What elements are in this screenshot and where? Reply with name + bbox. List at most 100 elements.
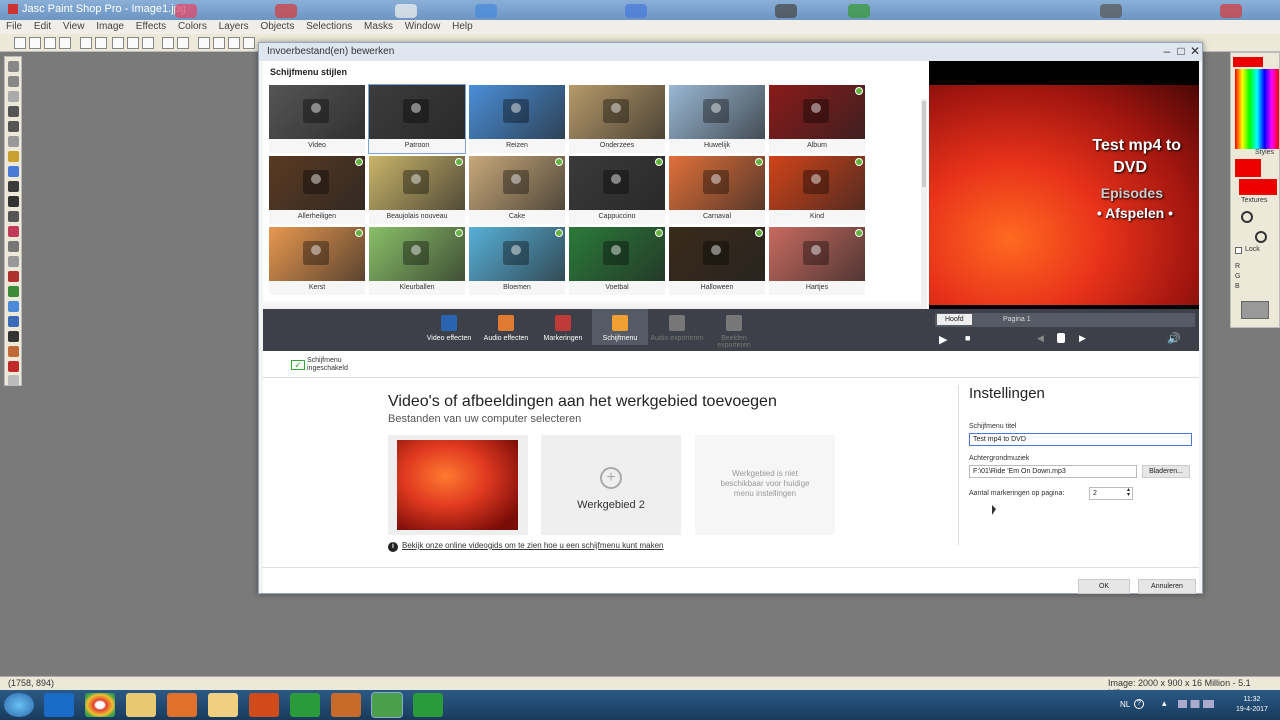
style-thumb[interactable]: Cappuccino [569, 156, 665, 224]
style-thumb[interactable]: Bloemen [469, 227, 565, 295]
menu-objects[interactable]: Objects [260, 21, 294, 32]
redo-icon[interactable] [95, 37, 107, 49]
minimize-icon[interactable]: – [1161, 45, 1173, 57]
menu-image[interactable]: Image [96, 21, 124, 32]
object-selector-icon[interactable] [8, 375, 19, 386]
workspace-1-tile[interactable] [388, 435, 528, 535]
save-icon[interactable] [44, 37, 56, 49]
overview-icon[interactable] [243, 37, 255, 49]
cancel-button[interactable]: Annuleren [1138, 579, 1196, 594]
music-input[interactable]: F:\01\Ride 'Em On Down.mp3 [969, 465, 1137, 478]
style-swatch-2[interactable] [1239, 179, 1277, 195]
style-thumb[interactable]: Cake [469, 156, 565, 224]
camtasia-icon-2[interactable] [413, 693, 443, 717]
paintbrush-tool-icon[interactable] [8, 196, 19, 207]
style-thumb[interactable]: Video [269, 85, 365, 153]
arrow-tool-icon[interactable] [8, 61, 19, 72]
menu-layers[interactable]: Layers [219, 21, 249, 32]
tray-icons[interactable] [1178, 700, 1214, 708]
scratch-remover-icon[interactable] [8, 256, 19, 267]
menu-help[interactable]: Help [452, 21, 473, 32]
clone-tool-icon[interactable] [8, 211, 19, 222]
foreground-swatch[interactable] [1233, 57, 1263, 67]
layer-thumbnail[interactable] [1241, 301, 1269, 319]
menu-window[interactable]: Window [405, 21, 441, 32]
home-icon[interactable] [1057, 333, 1065, 343]
scrollbar-thumb[interactable] [922, 101, 926, 187]
menu-title-input[interactable]: Test mp4 to DVD [969, 433, 1192, 446]
cut-icon[interactable] [112, 37, 124, 49]
app-icon-2[interactable] [331, 693, 361, 717]
style-thumb[interactable]: Kerst [269, 227, 365, 295]
browse-icon[interactable] [177, 37, 189, 49]
style-thumb[interactable]: Allerheiligen [269, 156, 365, 224]
nav-video-effecten[interactable]: Video effecten [421, 315, 477, 342]
folder-icon[interactable] [208, 693, 238, 717]
chrome-icon[interactable] [85, 693, 115, 717]
style-swatch[interactable] [1235, 159, 1261, 177]
style-thumb[interactable]: Onderzees [569, 85, 665, 153]
paste-icon[interactable] [142, 37, 154, 49]
no-texture-icon[interactable] [1255, 231, 1267, 243]
eraser-tool-icon[interactable] [8, 271, 19, 282]
toggle-icon[interactable] [198, 37, 210, 49]
zoom-tool-icon[interactable] [8, 76, 19, 87]
style-thumb[interactable]: Kleurballen [369, 227, 465, 295]
language-indicator[interactable]: NL [1120, 700, 1130, 709]
menu-enabled-toggle[interactable]: ✓ Schijfmenu ingeschakeld [291, 357, 348, 373]
lock-checkbox[interactable] [1235, 247, 1242, 254]
style-thumb[interactable]: Reizen [469, 85, 565, 153]
magic-wand-icon[interactable] [8, 166, 19, 177]
airbrush-tool-icon[interactable] [8, 301, 19, 312]
nav-schijfmenu[interactable]: Schijfmenu [592, 309, 648, 345]
draw-tool-icon[interactable] [8, 346, 19, 357]
color-replacer-icon[interactable] [8, 226, 19, 237]
play-icon[interactable]: ▶ [939, 333, 947, 346]
video-guide-link[interactable]: Bekijk onze online videogids om te zien … [402, 541, 664, 550]
picture-tube-icon[interactable] [8, 286, 19, 297]
menu-edit[interactable]: Edit [34, 21, 51, 32]
palette-icon[interactable] [213, 37, 225, 49]
paintshop-icon[interactable] [371, 692, 403, 718]
menu-selections[interactable]: Selections [306, 21, 352, 32]
new-file-icon[interactable] [14, 37, 26, 49]
copy-icon[interactable] [127, 37, 139, 49]
close-icon[interactable]: ✕ [1189, 45, 1201, 57]
histogram-icon[interactable] [228, 37, 240, 49]
styles-scrollbar[interactable] [921, 99, 927, 327]
style-thumb[interactable]: Huwelijk [669, 85, 765, 153]
color-picker[interactable] [1235, 69, 1279, 149]
maximize-icon[interactable]: □ [1175, 45, 1187, 57]
style-thumb[interactable]: Kind [769, 156, 865, 224]
menu-effects[interactable]: Effects [136, 21, 166, 32]
preview-episodes[interactable]: Episodes [1101, 185, 1163, 201]
style-thumb[interactable]: Patroon [368, 84, 466, 154]
style-thumb[interactable]: Hartjes [769, 227, 865, 295]
open-file-icon[interactable] [29, 37, 41, 49]
undo-icon[interactable] [80, 37, 92, 49]
menu-view[interactable]: View [63, 21, 85, 32]
menu-colors[interactable]: Colors [178, 21, 207, 32]
style-thumb[interactable]: Album [769, 85, 865, 153]
no-texture-icon[interactable] [1241, 211, 1253, 223]
preview-play[interactable]: • Afspelen • [1097, 205, 1173, 221]
start-button[interactable] [4, 693, 34, 717]
markers-stepper[interactable]: 2 ▴ ▾ [1089, 487, 1133, 500]
preset-shapes-icon[interactable] [8, 361, 19, 372]
print-icon[interactable] [59, 37, 71, 49]
style-thumb[interactable]: Halloween [669, 227, 765, 295]
lasso-tool-icon[interactable] [8, 151, 19, 162]
stop-icon[interactable]: ■ [965, 333, 970, 343]
menu-file[interactable]: File [6, 21, 22, 32]
flood-fill-icon[interactable] [8, 316, 19, 327]
ok-button[interactable]: OK [1078, 579, 1130, 594]
deform-tool-icon[interactable] [8, 91, 19, 102]
dropper-tool-icon[interactable] [8, 181, 19, 192]
style-thumb[interactable]: Beaujolais nouveau [369, 156, 465, 224]
style-thumb[interactable]: Carnaval [669, 156, 765, 224]
selection-tool-icon[interactable] [8, 136, 19, 147]
volume-icon[interactable]: 🔊 [1167, 332, 1181, 345]
move-tool-icon[interactable] [8, 121, 19, 132]
help-icon[interactable]: ? [1134, 699, 1144, 709]
camtasia-icon[interactable] [290, 693, 320, 717]
